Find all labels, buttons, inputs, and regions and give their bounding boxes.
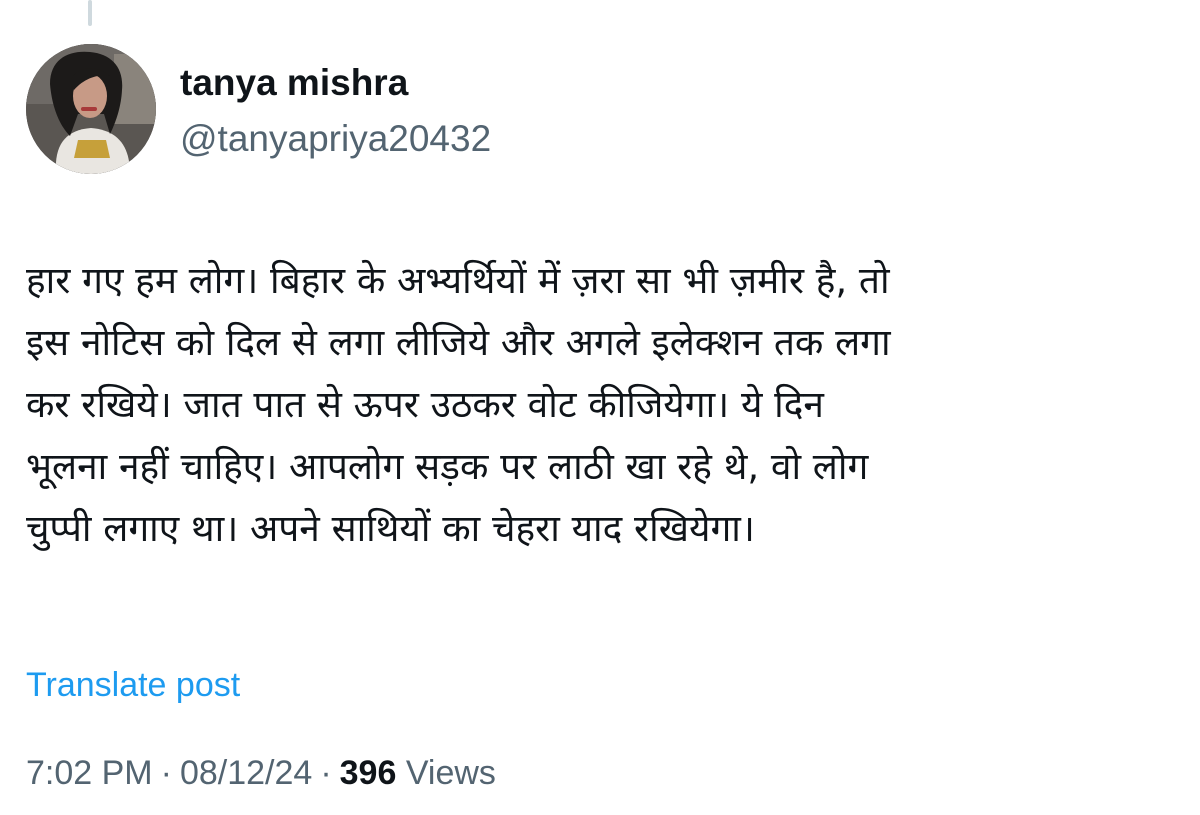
author-display-name[interactable]: tanya mishra xyxy=(180,58,491,108)
meta-separator: · xyxy=(160,754,172,792)
author-handle[interactable]: @tanyapriya20432 xyxy=(180,114,491,164)
avatar-photo xyxy=(26,44,156,174)
translate-post-link[interactable]: Translate post xyxy=(26,662,240,708)
meta-separator: · xyxy=(320,754,332,792)
post-author[interactable]: tanya mishra @tanyapriya20432 xyxy=(180,58,491,164)
post-text-line: हार गए हम लोग। बिहार के अभ्यर्थियों में … xyxy=(26,259,890,302)
post-text: हार गए हम लोग। बिहार के अभ्यर्थियों में … xyxy=(26,250,1176,560)
post-text-line: चुप्पी लगाए था। अपने साथियों का चेहरा या… xyxy=(26,507,755,550)
post-text-line: कर रखिये। जात पात से ऊपर उठकर वोट कीजिये… xyxy=(26,383,824,426)
views-label[interactable]: Views xyxy=(406,754,496,792)
views-count[interactable]: 396 xyxy=(340,754,397,792)
avatar[interactable] xyxy=(26,44,156,174)
post-metadata: 7:02 PM · 08/12/24 · 396 Views xyxy=(26,750,496,796)
post-date[interactable]: 08/12/24 xyxy=(180,754,312,792)
thread-connector-line xyxy=(88,0,92,26)
post-text-line: इस नोटिस को दिल से लगा लीजिये और अगले इल… xyxy=(26,321,891,364)
post-text-line: भूलना नहीं चाहिए। आपलोग सड़क पर लाठी खा … xyxy=(26,445,869,488)
post-time[interactable]: 7:02 PM xyxy=(26,754,153,792)
